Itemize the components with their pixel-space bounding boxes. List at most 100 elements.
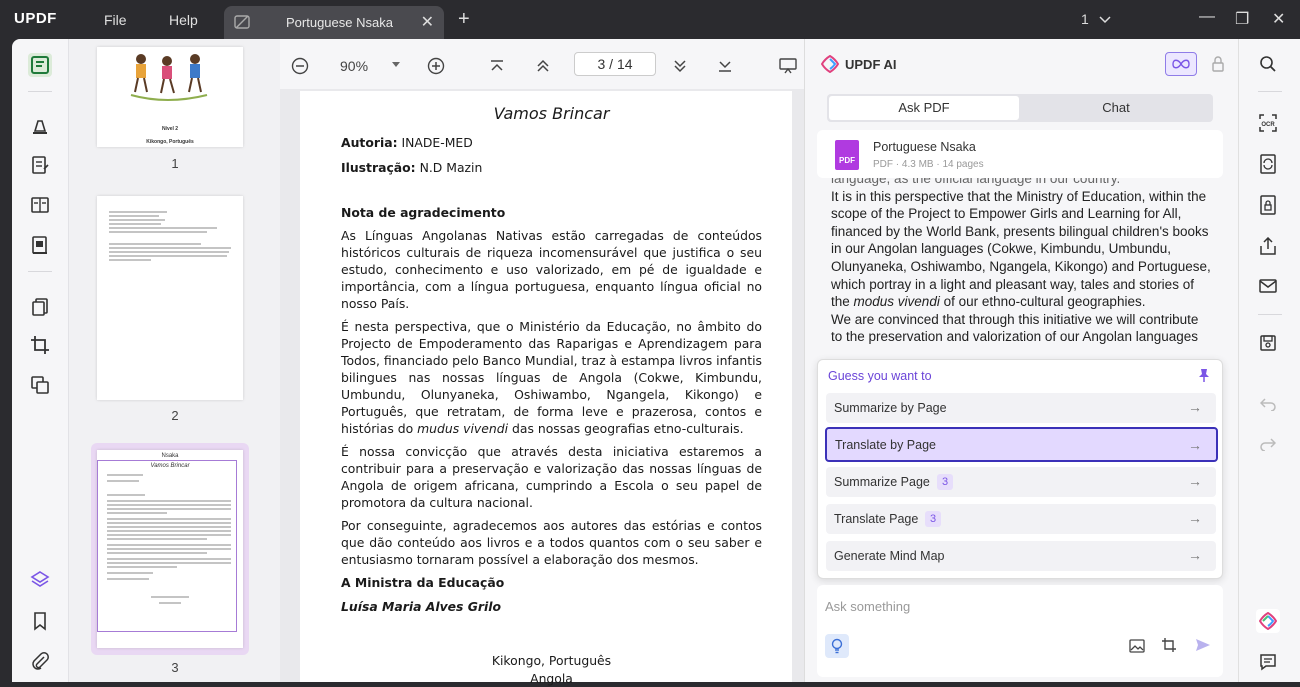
total-pages: 14 — [616, 56, 633, 72]
zoom-out-icon[interactable] — [291, 57, 309, 75]
thumb-label-3: 3 — [171, 660, 179, 675]
page-number-badge: 3 — [937, 474, 953, 490]
file-card: PDF Portuguese Nsaka PDF · 4.3 MB · 14 p… — [817, 130, 1223, 178]
send-icon[interactable] — [1195, 637, 1211, 653]
comment-icon[interactable] — [28, 113, 52, 137]
ask-box[interactable]: Ask something — [817, 585, 1223, 677]
close-window-button[interactable]: ✕ — [1272, 9, 1285, 29]
author-label: Autoria: — [341, 135, 398, 150]
presentation-icon[interactable] — [779, 58, 797, 74]
updf-ai-icon[interactable] — [1256, 609, 1280, 633]
tab-ask-pdf[interactable]: Ask PDF — [829, 96, 1019, 120]
page-tools-icon[interactable] — [28, 373, 52, 397]
zoom-dropdown-icon[interactable] — [392, 62, 400, 68]
place-line-1: Kikongo, Português — [491, 653, 612, 668]
signoff: A Ministra da Educação — [341, 575, 505, 590]
page-number-box[interactable]: 3 / 14 — [574, 52, 656, 76]
last-page-icon[interactable] — [718, 59, 732, 73]
minimize-button[interactable]: — — [1199, 8, 1215, 26]
document-viewer: 90% 3 / 14 Vamos Brincar Autoria: INADE-… — [280, 39, 804, 686]
ai-panel: UPDF AI Ask PDF Chat PDF Portuguese Nsak… — [804, 39, 1238, 682]
option-translate-by-page[interactable]: Translate by Page → — [825, 427, 1218, 462]
section-title: Nota de agradecimento — [341, 205, 506, 220]
convert-icon[interactable] — [1256, 152, 1280, 176]
save-icon[interactable] — [1256, 331, 1280, 355]
thumb-label-1: 1 — [171, 156, 179, 171]
email-icon[interactable] — [1256, 274, 1280, 298]
kids-illustration — [130, 54, 208, 101]
fill-sign-icon[interactable] — [28, 233, 52, 257]
arrow-right-icon: → — [1188, 473, 1202, 489]
form-icon[interactable] — [28, 193, 52, 217]
ask-input[interactable]: Ask something — [825, 599, 910, 614]
option-summarize-page[interactable]: Summarize Page 3 → — [826, 467, 1216, 497]
comments-icon[interactable] — [1256, 650, 1280, 674]
restore-button[interactable]: ❐ — [1235, 9, 1249, 29]
paragraph-4: Por conseguinte, agradecemos aos autores… — [341, 518, 762, 567]
page2-text-lines — [109, 211, 231, 261]
pin-icon[interactable] — [1198, 368, 1210, 382]
next-page-icon[interactable] — [673, 59, 687, 73]
window-page-selector[interactable]: 1 — [1081, 11, 1111, 27]
p2-text-b: das nossas geografias etno-culturais. — [508, 421, 744, 436]
thumb-label-2: 2 — [171, 408, 179, 423]
prompt-ideas-button[interactable] — [825, 634, 849, 658]
tab-chat[interactable]: Chat — [1021, 96, 1211, 120]
crop-icon[interactable] — [28, 333, 52, 357]
thumbnail-page-3[interactable]: Nsaka Vamos Brincar — [97, 450, 243, 648]
menu-file[interactable]: File — [104, 12, 127, 28]
place-line-2: Angola — [530, 671, 573, 686]
signer: Luísa Maria Alves Grilo — [341, 599, 502, 614]
suggestions-popup: Guess you want to Summarize by Page → Tra… — [817, 359, 1223, 579]
option-summarize-by-page[interactable]: Summarize by Page → — [826, 393, 1216, 423]
option-translate-page[interactable]: Translate Page 3 → — [826, 504, 1216, 534]
share-icon[interactable] — [1256, 234, 1280, 258]
ai-response-text: language, as the official language in ou… — [831, 178, 1213, 358]
search-icon[interactable] — [1256, 52, 1280, 76]
option-generate-mind-map[interactable]: Generate Mind Map → — [826, 541, 1216, 571]
suggestions-title: Guess you want to — [828, 369, 932, 383]
attachment-icon[interactable] — [28, 649, 52, 673]
ai-mode-tabs: Ask PDF Chat — [827, 94, 1213, 122]
organize-pages-icon[interactable] — [28, 295, 52, 319]
infinity-icon — [1172, 59, 1190, 69]
undo-icon[interactable] — [1256, 392, 1280, 416]
redo-icon[interactable] — [1256, 432, 1280, 456]
new-tab-button[interactable]: + — [458, 8, 470, 31]
current-page[interactable]: 3 — [597, 56, 605, 72]
zoom-level[interactable]: 90% — [340, 58, 368, 74]
right-toolbar: OCR — [1238, 39, 1300, 682]
thumb1-level: Nível 2 — [161, 126, 179, 132]
ai-text-paragraph-1: It is in this perspective that the Minis… — [831, 188, 1213, 311]
ocr-icon[interactable]: OCR — [1256, 111, 1280, 135]
first-page-icon[interactable] — [490, 59, 504, 73]
protect-icon[interactable] — [1256, 193, 1280, 217]
menu-help[interactable]: Help — [169, 12, 198, 28]
arrow-right-icon: → — [1188, 547, 1202, 563]
previous-page-icon[interactable] — [536, 59, 550, 73]
image-icon[interactable] — [1129, 639, 1145, 653]
edit-pdf-icon[interactable] — [28, 153, 52, 177]
bookmark-icon[interactable] — [28, 609, 52, 633]
document-tab[interactable]: Portuguese Nsaka ✕ — [224, 6, 444, 39]
thumbnail-page-1[interactable]: Nível 2 Kikongo, Português — [97, 47, 243, 147]
arrow-right-icon: → — [1188, 437, 1202, 453]
infinity-mode-button[interactable] — [1165, 52, 1197, 76]
file-name: Portuguese Nsaka — [873, 140, 976, 154]
window-page-number: 1 — [1081, 11, 1089, 27]
reader-icon[interactable] — [28, 53, 52, 77]
layers-icon[interactable] — [28, 568, 52, 592]
thumb1-subtitle: Kikongo, Português — [146, 139, 194, 145]
edit-off-icon — [234, 15, 250, 29]
pdf-page: Vamos Brincar Autoria: INADE-MED Ilustra… — [300, 91, 792, 686]
thumbnail-page-2[interactable] — [97, 196, 243, 400]
screenshot-crop-icon[interactable] — [1161, 637, 1177, 653]
tab-close-icon[interactable]: ✕ — [421, 12, 434, 32]
viewer-toolbar: 90% 3 / 14 — [280, 39, 804, 89]
zoom-in-icon[interactable] — [427, 57, 445, 75]
paragraph-1: As Línguas Angolanas Nativas estão carre… — [341, 228, 762, 311]
p2-text-a: É nesta perspectiva, que o Ministério da… — [341, 319, 762, 436]
lock-icon[interactable] — [1211, 56, 1225, 72]
doc-author: Autoria: INADE-MED — [341, 134, 762, 151]
arrow-right-icon: → — [1188, 510, 1202, 526]
